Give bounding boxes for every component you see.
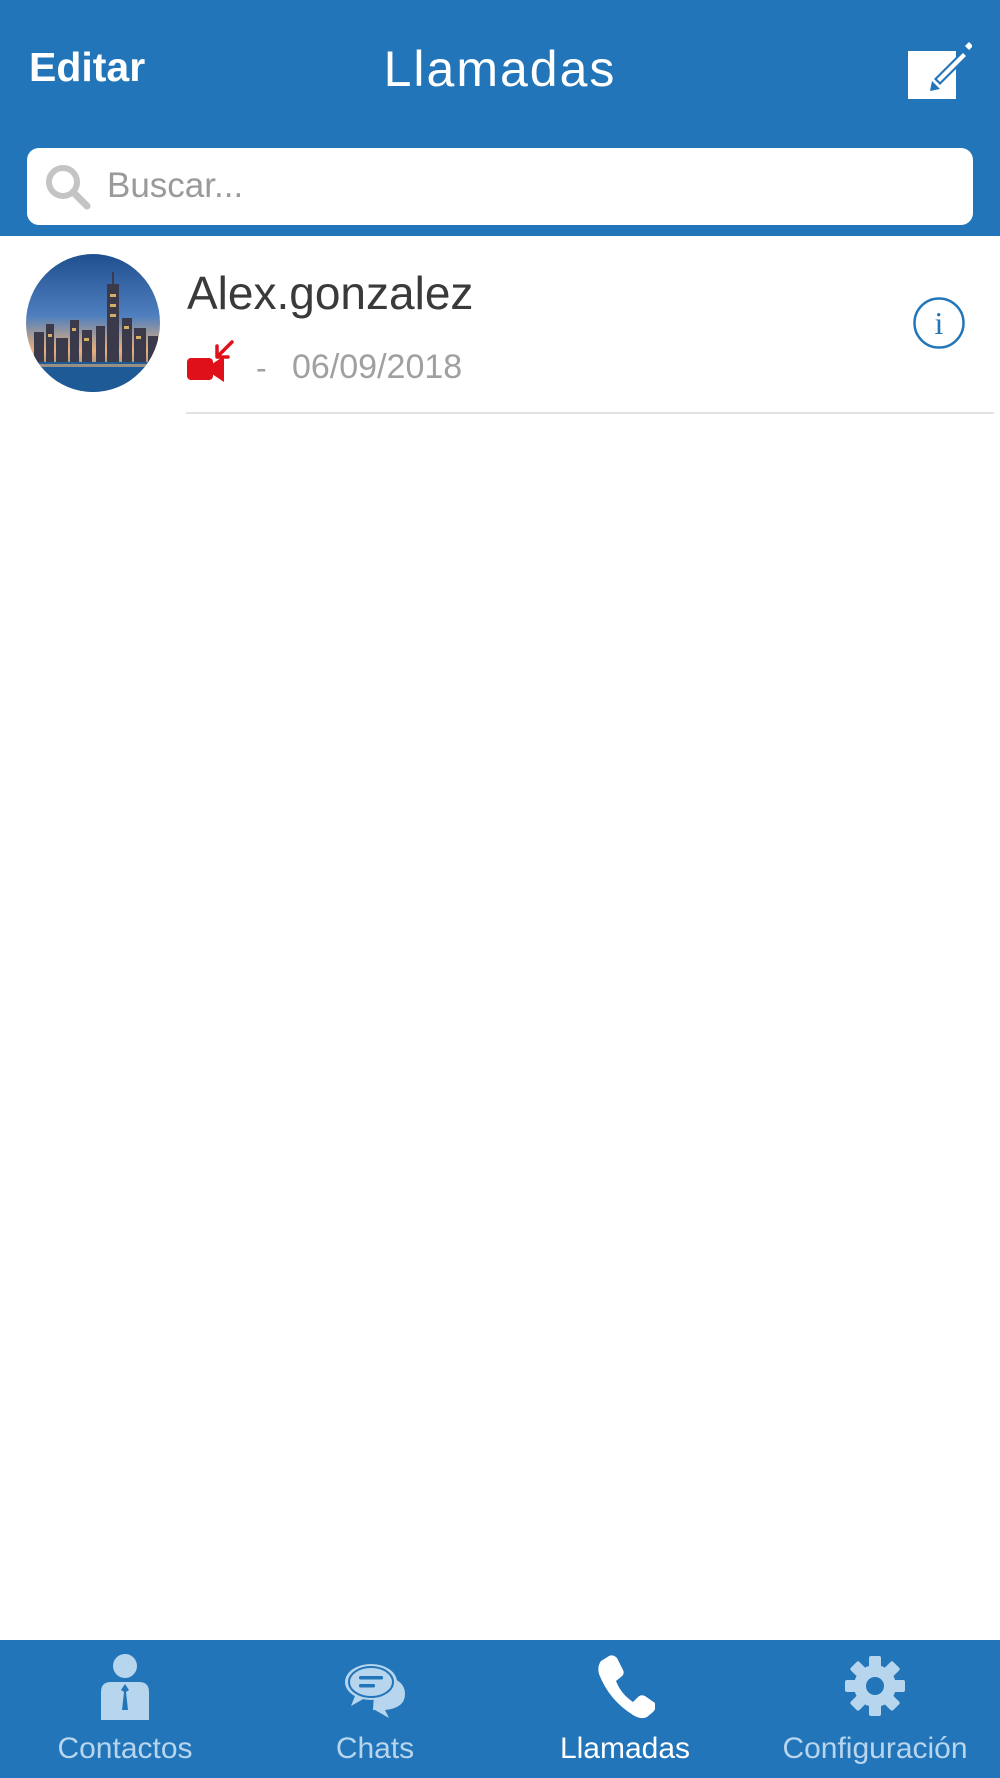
compose-button[interactable] [906,37,973,101]
compose-icon [908,42,973,99]
svg-text:i: i [935,305,944,341]
tab-label: Contactos [57,1732,193,1765]
call-date: 06/09/2018 [292,348,463,386]
tab-label: Configuración [782,1732,968,1765]
phone-icon [598,1655,655,1719]
page-title: Llamadas [383,41,617,97]
info-icon: i [913,297,965,349]
row-divider [186,412,994,414]
tab-llamadas[interactable]: Llamadas [500,1640,750,1778]
contact-name: Alex.gonzalez [187,267,474,319]
tab-contactos[interactable]: Contactos [0,1640,250,1778]
call-list-item[interactable]: Alex.gonzalez - 06/09/2018 i [0,236,1000,414]
calls-screen: Editar Llamadas Buscar... Alex.gonzalez … [0,0,1000,1778]
contact-icon [101,1654,149,1720]
gear-icon [845,1656,905,1716]
call-info-button[interactable]: i [912,296,966,350]
meta-separator: - [256,350,267,386]
missed-video-call-icon [187,340,234,382]
tab-label: Llamadas [559,1732,691,1765]
avatar [26,254,160,392]
search-bar [27,148,973,225]
tab-chats[interactable]: Chats [250,1640,500,1778]
tab-configuracion[interactable]: Configuración [750,1640,1000,1778]
search-icon [46,165,91,210]
header-bar: Editar Llamadas [0,0,1000,236]
bottom-tab-bar: Contactos Chats Llamadas Configuración [0,1640,1000,1778]
tab-label: Chats [335,1732,415,1765]
search-input[interactable] [107,156,947,216]
chat-bubbles-icon [345,1664,405,1718]
